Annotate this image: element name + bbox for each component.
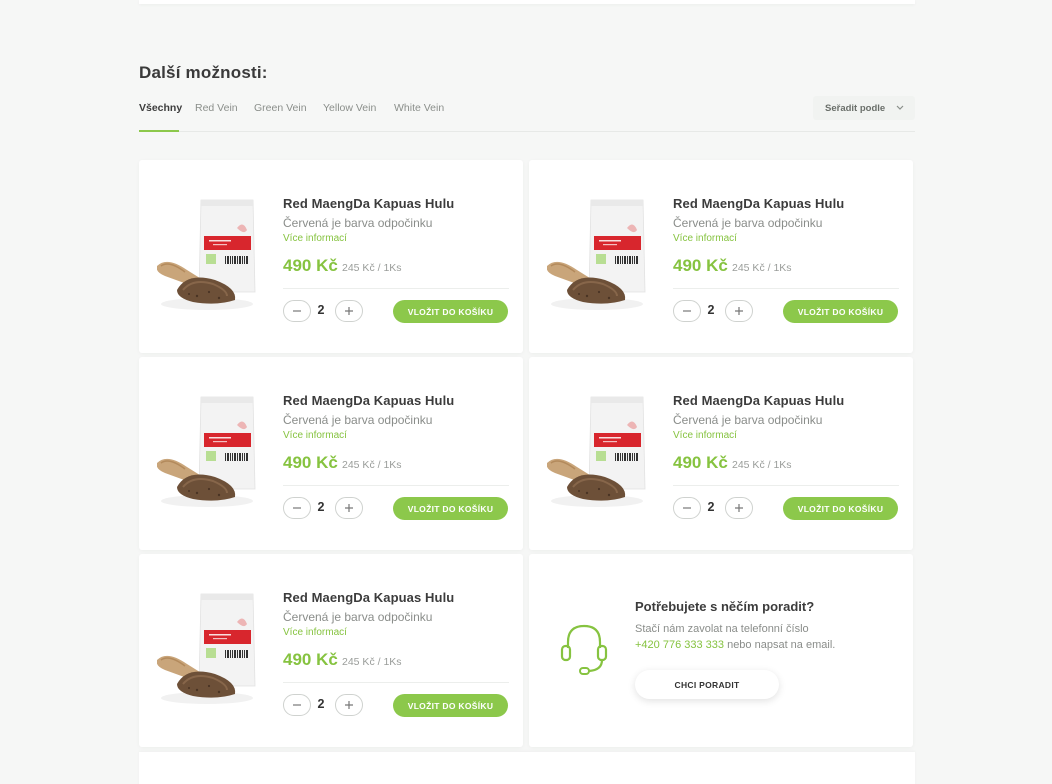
more-info-link[interactable]: Více informací <box>283 233 347 244</box>
quantity-decrease-button[interactable] <box>673 497 701 519</box>
minus-icon <box>293 310 301 312</box>
plus-icon <box>735 307 743 315</box>
plus-icon <box>345 307 353 315</box>
minus-icon <box>683 507 691 509</box>
product-card: Red MaengDa Kapuas Hulu Červená je barva… <box>139 160 523 353</box>
quantity-value: 2 <box>707 500 715 514</box>
more-info-link[interactable]: Více informací <box>673 430 737 441</box>
help-card: Potřebujete s něčím poradit? Stačí nám z… <box>529 554 913 747</box>
quantity-decrease-button[interactable] <box>283 694 311 716</box>
product-description: Červená je barva odpočinku <box>283 413 433 427</box>
tab-red-vein[interactable]: Red Vein <box>195 102 238 114</box>
product-image[interactable] <box>157 393 259 511</box>
next-section-card <box>139 752 915 784</box>
quantity-increase-button[interactable] <box>335 497 363 519</box>
quantity-decrease-button[interactable] <box>673 300 701 322</box>
plus-icon <box>735 504 743 512</box>
quantity-increase-button[interactable] <box>335 694 363 716</box>
quantity-decrease-button[interactable] <box>283 497 311 519</box>
product-name[interactable]: Red MaengDa Kapuas Hulu <box>283 393 454 408</box>
quantity-value: 2 <box>317 303 325 317</box>
product-description: Červená je barva odpočinku <box>673 216 823 230</box>
add-to-cart-button[interactable]: VLOŽIT DO KOŠÍKU <box>783 300 898 323</box>
more-info-link[interactable]: Více informací <box>283 627 347 638</box>
divider <box>673 288 899 289</box>
divider <box>283 288 509 289</box>
unit-price: 245 Kč / 1Ks <box>732 459 792 471</box>
quantity-value: 2 <box>317 500 325 514</box>
product-card: Red MaengDa Kapuas Hulu Červená je barva… <box>529 357 913 550</box>
sort-label: Seřadit podle <box>825 102 886 114</box>
unit-price: 245 Kč / 1Ks <box>342 459 402 471</box>
tab-green-vein[interactable]: Green Vein <box>254 102 307 114</box>
product-image[interactable] <box>547 196 649 314</box>
product-card: Red MaengDa Kapuas Hulu Červená je barva… <box>139 357 523 550</box>
add-to-cart-button[interactable]: VLOŽIT DO KOŠÍKU <box>393 300 508 323</box>
help-email-text: nebo napsat na email. <box>724 639 836 651</box>
section-title: Další možnosti: <box>139 63 268 82</box>
headset-icon <box>560 624 608 675</box>
help-title: Potřebujete s něčím poradit? <box>635 599 815 614</box>
more-info-link[interactable]: Více informací <box>673 233 737 244</box>
previous-section-card <box>139 0 915 4</box>
product-card: Red MaengDa Kapuas Hulu Červená je barva… <box>139 554 523 747</box>
product-price: 490 Kč <box>673 256 728 275</box>
unit-price: 245 Kč / 1Ks <box>342 262 402 274</box>
minus-icon <box>293 507 301 509</box>
product-name[interactable]: Red MaengDa Kapuas Hulu <box>673 393 844 408</box>
add-to-cart-button[interactable]: VLOŽIT DO KOŠÍKU <box>783 497 898 520</box>
product-price: 490 Kč <box>283 650 338 669</box>
product-price: 490 Kč <box>673 453 728 472</box>
plus-icon <box>345 701 353 709</box>
product-name[interactable]: Red MaengDa Kapuas Hulu <box>283 196 454 211</box>
quantity-decrease-button[interactable] <box>283 300 311 322</box>
add-to-cart-button[interactable]: VLOŽIT DO KOŠÍKU <box>393 497 508 520</box>
plus-icon <box>345 504 353 512</box>
quantity-increase-button[interactable] <box>335 300 363 322</box>
product-description: Červená je barva odpočinku <box>283 216 433 230</box>
add-to-cart-button[interactable]: VLOŽIT DO KOŠÍKU <box>393 694 508 717</box>
get-advice-button[interactable]: CHCI PORADIT <box>635 670 779 699</box>
help-contact-line: +420 776 333 333 nebo napsat na email. <box>635 639 835 651</box>
filter-tabs: Všechny Red Vein Green Vein Yellow Vein … <box>139 95 915 132</box>
quantity-value: 2 <box>707 303 715 317</box>
quantity-value: 2 <box>317 697 325 711</box>
divider <box>283 485 509 486</box>
unit-price: 245 Kč / 1Ks <box>342 656 402 668</box>
product-description: Červená je barva odpočinku <box>283 610 433 624</box>
sort-dropdown[interactable]: Seřadit podle <box>813 96 915 120</box>
product-name[interactable]: Red MaengDa Kapuas Hulu <box>283 590 454 605</box>
tab-all[interactable]: Všechny <box>139 102 182 114</box>
product-price: 490 Kč <box>283 256 338 275</box>
unit-price: 245 Kč / 1Ks <box>732 262 792 274</box>
active-tab-indicator <box>139 130 179 132</box>
chevron-down-icon <box>896 105 904 110</box>
divider <box>673 485 899 486</box>
minus-icon <box>683 310 691 312</box>
tab-yellow-vein[interactable]: Yellow Vein <box>323 102 376 114</box>
product-description: Červená je barva odpočinku <box>673 413 823 427</box>
phone-link[interactable]: +420 776 333 333 <box>635 639 724 651</box>
quantity-increase-button[interactable] <box>725 497 753 519</box>
more-info-link[interactable]: Více informací <box>283 430 347 441</box>
product-image[interactable] <box>157 196 259 314</box>
help-text: Stačí nám zavolat na telefonní číslo <box>635 623 809 635</box>
product-price: 490 Kč <box>283 453 338 472</box>
tab-white-vein[interactable]: White Vein <box>394 102 444 114</box>
minus-icon <box>293 704 301 706</box>
divider <box>283 682 509 683</box>
product-name[interactable]: Red MaengDa Kapuas Hulu <box>673 196 844 211</box>
product-image[interactable] <box>547 393 649 511</box>
product-card: Red MaengDa Kapuas Hulu Červená je barva… <box>529 160 913 353</box>
product-image[interactable] <box>157 590 259 708</box>
quantity-increase-button[interactable] <box>725 300 753 322</box>
